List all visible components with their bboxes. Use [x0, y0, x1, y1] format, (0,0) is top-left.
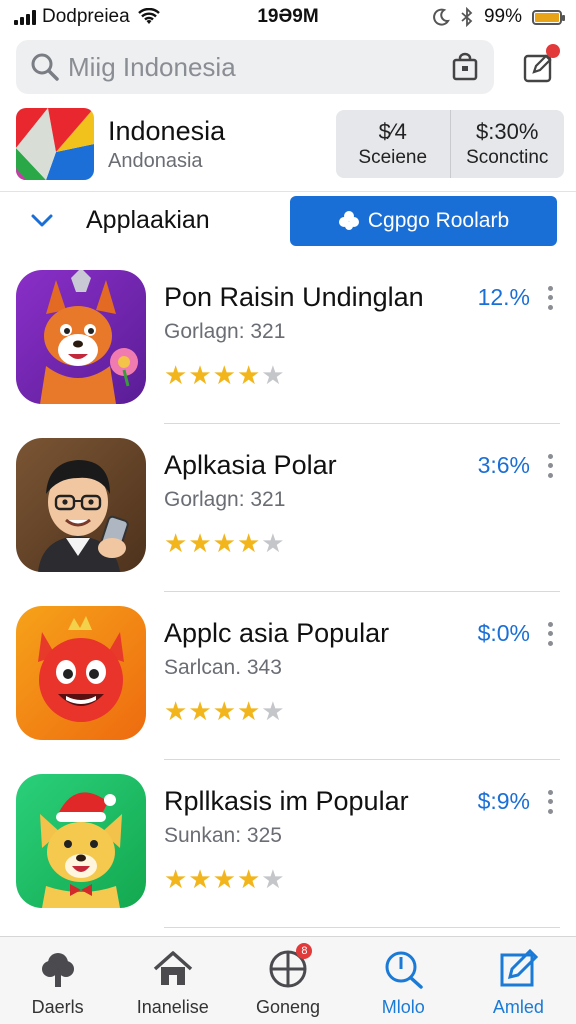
- tab-badge: 8: [296, 943, 313, 959]
- dog-santa-hat-icon[interactable]: [16, 774, 146, 908]
- tab-label: Amled: [492, 997, 544, 1017]
- country-subtitle: Andonasia: [108, 150, 203, 172]
- star-filled-icon: ★: [164, 696, 188, 726]
- more-options-icon[interactable]: [544, 284, 556, 312]
- star-filled-icon: ★: [212, 696, 236, 726]
- more-options-icon[interactable]: [544, 620, 556, 648]
- star-rating: ★ ★ ★ ★ ★: [164, 530, 285, 556]
- filter-row: Applaakian Cgpgo Roolarb: [0, 194, 576, 250]
- star-filled-icon: ★: [236, 864, 261, 894]
- country-logo-icon[interactable]: [16, 108, 94, 180]
- tab-bar: Daerls Inanelise 8 Goneng Mlolo Amled: [0, 936, 576, 1024]
- country-name: Indonesia: [108, 116, 226, 146]
- app-list: Pon Raisin Undinglan Gorlagn: 321 ★ ★ ★ ★ ★ …: [0, 256, 576, 928]
- notification-dot: [546, 44, 560, 58]
- star-filled-icon: ★: [164, 360, 188, 390]
- app-meta: Gorlagn: 321: [164, 320, 286, 343]
- moon-icon: [433, 8, 450, 26]
- man-with-phone-icon[interactable]: [16, 438, 146, 572]
- app-title: Applc asia Popular: [164, 618, 390, 648]
- star-filled-icon: ★: [188, 864, 212, 894]
- app-title: Rpllkasis im Popular: [164, 786, 409, 816]
- stat-item: $⁄4 Sceiene: [336, 110, 450, 178]
- tab-label: Daerls: [31, 997, 84, 1017]
- star-empty-icon: ★: [261, 360, 285, 390]
- battery-icon: [532, 9, 565, 25]
- app-meta: Sarlcan. 343: [164, 656, 282, 679]
- star-filled-icon: ★: [164, 864, 188, 894]
- list-item[interactable]: Applc asia Popular Sarlcan. 343 ★ ★ ★ ★ ★ $:…: [0, 592, 576, 760]
- tree-icon: [41, 953, 74, 987]
- shopping-bag-icon[interactable]: [450, 52, 480, 82]
- bluetooth-icon: [461, 7, 473, 27]
- star-rating: ★ ★ ★ ★ ★: [164, 866, 285, 892]
- tab-inanelise[interactable]: Inanelise: [115, 937, 230, 1024]
- more-options-icon[interactable]: [544, 788, 556, 816]
- app-meta: Sunkan: 325: [164, 824, 282, 847]
- app-title: Pon Raisin Undinglan: [164, 282, 424, 312]
- primary-action-label: Cgpgo Roolarb: [367, 209, 510, 232]
- battery-fill: [535, 12, 559, 22]
- star-rating: ★ ★ ★ ★ ★: [164, 362, 285, 388]
- tab-goneng[interactable]: 8 Goneng: [230, 937, 345, 1024]
- stat-value: $⁄4: [378, 119, 407, 144]
- clover-icon: [338, 211, 359, 230]
- stat-label: Sconctinc: [466, 147, 549, 168]
- tab-label: Mlolo: [381, 997, 425, 1017]
- app-percent: $:9%: [477, 788, 530, 814]
- star-empty-icon: ★: [261, 864, 285, 894]
- wifi-icon: [137, 8, 160, 24]
- status-bar: Dodpreiea 19Ə9M 99%: [0, 0, 576, 34]
- search-input[interactable]: [68, 51, 450, 83]
- app-percent: 12.%: [477, 284, 530, 310]
- stat-value: $:30%: [476, 119, 539, 144]
- home-icon: [153, 951, 192, 985]
- star-filled-icon: ★: [188, 360, 212, 390]
- primary-action-button[interactable]: Cgpgo Roolarb: [290, 196, 557, 246]
- carrier-name: Dodpreiea: [42, 6, 130, 27]
- search-icon: [385, 951, 423, 989]
- stat-item: $:30% Sconctinc: [449, 110, 565, 178]
- battery-percent: 99%: [483, 6, 522, 27]
- tab-daerls[interactable]: Daerls: [0, 937, 115, 1024]
- app-percent: 3:6%: [477, 452, 530, 478]
- country-header: Indonesia Andonasia $⁄4 Sceiene $:30% Sc…: [0, 104, 576, 192]
- list-item[interactable]: Rpllkasis im Popular Sunkan: 325 ★ ★ ★ ★ ★ $…: [0, 760, 576, 928]
- fox-mascot-icon[interactable]: [16, 270, 146, 404]
- star-filled-icon: ★: [188, 696, 212, 726]
- stat-label: Sceiene: [358, 147, 428, 168]
- signal-icon: [14, 9, 36, 25]
- star-empty-icon: ★: [261, 696, 285, 726]
- search-bar[interactable]: [16, 40, 494, 94]
- search-icon: [31, 53, 59, 81]
- star-empty-icon: ★: [261, 528, 285, 558]
- tab-amled[interactable]: Amled: [461, 937, 576, 1024]
- app-percent: $:0%: [477, 620, 530, 646]
- tab-label: Goneng: [255, 997, 321, 1017]
- app-title: Aplkasia Polar: [164, 450, 337, 480]
- star-filled-icon: ★: [212, 528, 236, 558]
- star-filled-icon: ★: [212, 864, 236, 894]
- star-filled-icon: ★: [236, 360, 261, 390]
- star-filled-icon: ★: [236, 696, 261, 726]
- tab-label: Inanelise: [136, 997, 209, 1017]
- star-rating: ★ ★ ★ ★ ★: [164, 698, 285, 724]
- list-item[interactable]: Aplkasia Polar Gorlagn: 321 ★ ★ ★ ★ ★ 3:6%: [0, 424, 576, 592]
- star-filled-icon: ★: [188, 528, 212, 558]
- tab-mlolo[interactable]: Mlolo: [346, 937, 461, 1024]
- edit-icon: [500, 948, 539, 987]
- star-filled-icon: ★: [212, 360, 236, 390]
- country-stats: $⁄4 Sceiene $:30% Sconctinc: [336, 110, 564, 178]
- more-options-icon[interactable]: [544, 452, 556, 480]
- star-filled-icon: ★: [236, 528, 261, 558]
- category-label[interactable]: Applaakian: [86, 206, 210, 235]
- red-devil-mascot-icon[interactable]: [16, 606, 146, 740]
- list-item[interactable]: Pon Raisin Undinglan Gorlagn: 321 ★ ★ ★ ★ ★ …: [0, 256, 576, 424]
- app-meta: Gorlagn: 321: [164, 488, 286, 511]
- compose-button[interactable]: [518, 44, 560, 88]
- star-filled-icon: ★: [164, 528, 188, 558]
- chevron-down-icon[interactable]: [30, 208, 54, 232]
